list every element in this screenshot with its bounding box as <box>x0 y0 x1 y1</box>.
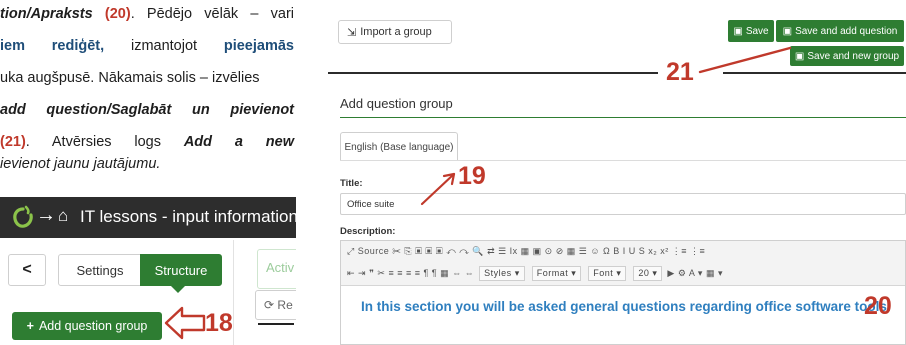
import-group-button[interactable]: ⇲ Import a group <box>338 20 452 44</box>
description-label: Description: <box>340 226 396 237</box>
arrow-right-icon: → <box>36 204 56 226</box>
toolbar-buttons[interactable]: ⇤ ⇥ ❞ ✂ ≡ ≡ ≡ ≡ ¶ ¶ ▦ ⇔ ⇔ <box>347 268 474 278</box>
annotation-21: 21 <box>666 58 694 86</box>
toolbar-buttons[interactable]: ▶ ⚙ A ▾ ▦ ▾ <box>667 268 723 278</box>
doc-line-6: ievienot jaunu jautājumu. <box>0 156 161 172</box>
add-question-group-button[interactable]: + Add question group <box>12 312 162 340</box>
save-and-new-group-button[interactable]: ▣ Save and new group <box>790 46 904 66</box>
save-button[interactable]: ▣ Save <box>728 20 774 42</box>
doc-line-4: add question/Saglabāt un pievienot <box>0 102 294 118</box>
import-icon: ⇲ <box>347 26 357 39</box>
refresh-icon: ⟳ <box>264 298 275 312</box>
annotation-line <box>258 323 294 325</box>
tab-structure[interactable]: Structure <box>140 254 222 286</box>
limesurvey-logo-icon[interactable] <box>12 205 34 229</box>
toolbar-row-1[interactable]: ⤢ Source ✂ ⎘ ▣ ▣ ▣ ↶ ↷ 🔍 ⇄ ☰ Ix ▦ ▣ ⊙ ⊘ … <box>347 246 705 257</box>
doc-line-1: tion/Apraksts (20). Pēdējo vēlāk – vari <box>0 6 294 22</box>
reorder-label: Re <box>277 298 293 312</box>
page-title: Add question group <box>340 96 453 111</box>
doc-text-span: iem rediģēt, <box>0 38 105 54</box>
format-label: Format <box>536 268 569 278</box>
heading-underline <box>340 117 906 118</box>
doc-line-2: iem rediģēt, izmantojot pieejamās <box>0 38 294 54</box>
doc-line-5: (21). Atvērsies logs Add a new <box>0 134 294 150</box>
toolbar-row-2: ⇤ ⇥ ❞ ✂ ≡ ≡ ≡ ≡ ¶ ¶ ▦ ⇔ ⇔ Styles ▾ Forma… <box>347 266 723 281</box>
font-label: Font <box>593 268 614 278</box>
tab-settings[interactable]: Settings <box>58 254 142 286</box>
editor-content[interactable]: In this section you will be asked genera… <box>361 299 891 314</box>
styles-label: Styles <box>484 268 512 278</box>
doc-text-span: . Atvērsies logs <box>25 134 184 150</box>
add-question-group-label: Add question group <box>38 319 148 333</box>
doc-text-span: pieejamās <box>223 38 294 54</box>
survey-title[interactable]: IT lessons - input information <box>80 207 296 227</box>
editor-toolbar: ⤢ Source ✂ ⎘ ▣ ▣ ▣ ↶ ↷ 🔍 ⇄ ☰ Ix ▦ ▣ ⊙ ⊘ … <box>341 241 905 286</box>
size-select[interactable]: 20 ▾ <box>633 266 663 281</box>
doc-ref-20: (20) <box>104 6 131 22</box>
add-question-group-screenshot: ⇲ Import a group ▣ Save ▣ Save and add q… <box>318 0 906 345</box>
description-editor[interactable]: ⤢ Source ✂ ⎘ ▣ ▣ ▣ ↶ ↷ 🔍 ⇄ ☰ Ix ▦ ▣ ⊙ ⊘ … <box>340 240 906 345</box>
doc-text-span: add question/ <box>0 102 111 118</box>
annotation-arrow-18-icon <box>164 306 206 340</box>
home-icon[interactable]: ⌂ <box>58 206 68 226</box>
doc-ref-21: (21) <box>0 134 26 150</box>
back-button[interactable]: < <box>8 254 46 286</box>
annotation-20: 20 <box>864 292 892 320</box>
doc-text-span: Saglabāt un pievienot <box>110 102 295 118</box>
save-label: Save <box>745 25 769 37</box>
top-navbar: → ⌂ IT lessons - input information <box>0 197 296 238</box>
size-label: 20 <box>638 268 650 278</box>
save-and-add-question-button[interactable]: ▣ Save and add question <box>776 20 904 42</box>
save-and-new-label: Save and new group <box>807 50 900 62</box>
import-group-label: Import a group <box>360 26 432 38</box>
panel-divider <box>233 240 234 345</box>
doc-text-span: . Pēdējo vēlāk – vari <box>130 6 294 22</box>
tab-baseline <box>340 160 906 161</box>
doc-text-span: tion/Apraksts <box>0 6 93 22</box>
title-label: Title: <box>340 178 363 189</box>
doc-line-3: uka augšpusē. Nākamais solis – izvēlies <box>0 70 260 86</box>
tab-english-base-language[interactable]: English (Base language) <box>340 132 458 161</box>
floppy-icon: ▣ <box>794 50 805 62</box>
active-tab-indicator <box>170 285 186 293</box>
styles-select[interactable]: Styles ▾ <box>479 266 525 281</box>
floppy-icon: ▣ <box>782 25 793 37</box>
floppy-icon: ▣ <box>733 25 743 37</box>
annotation-19: 19 <box>458 162 486 190</box>
font-select[interactable]: Font ▾ <box>588 266 627 281</box>
doc-text-span: Add a new <box>183 134 294 150</box>
reorder-button[interactable]: ⟳ Re <box>255 290 296 320</box>
format-select[interactable]: Format ▾ <box>531 266 582 281</box>
limesurvey-structure-screenshot: → ⌂ IT lessons - input information < Set… <box>0 197 296 345</box>
plus-icon: + <box>26 319 34 333</box>
save-and-add-label: Save and add question <box>795 25 898 37</box>
doc-text-span: izmantojot <box>104 38 224 54</box>
divider-line <box>328 72 658 74</box>
activate-button[interactable]: Activ <box>257 249 296 289</box>
annotation-18: 18 <box>205 309 233 337</box>
annotation-pointer-21-icon <box>698 46 792 74</box>
annotation-arrow-19-icon <box>420 172 456 206</box>
